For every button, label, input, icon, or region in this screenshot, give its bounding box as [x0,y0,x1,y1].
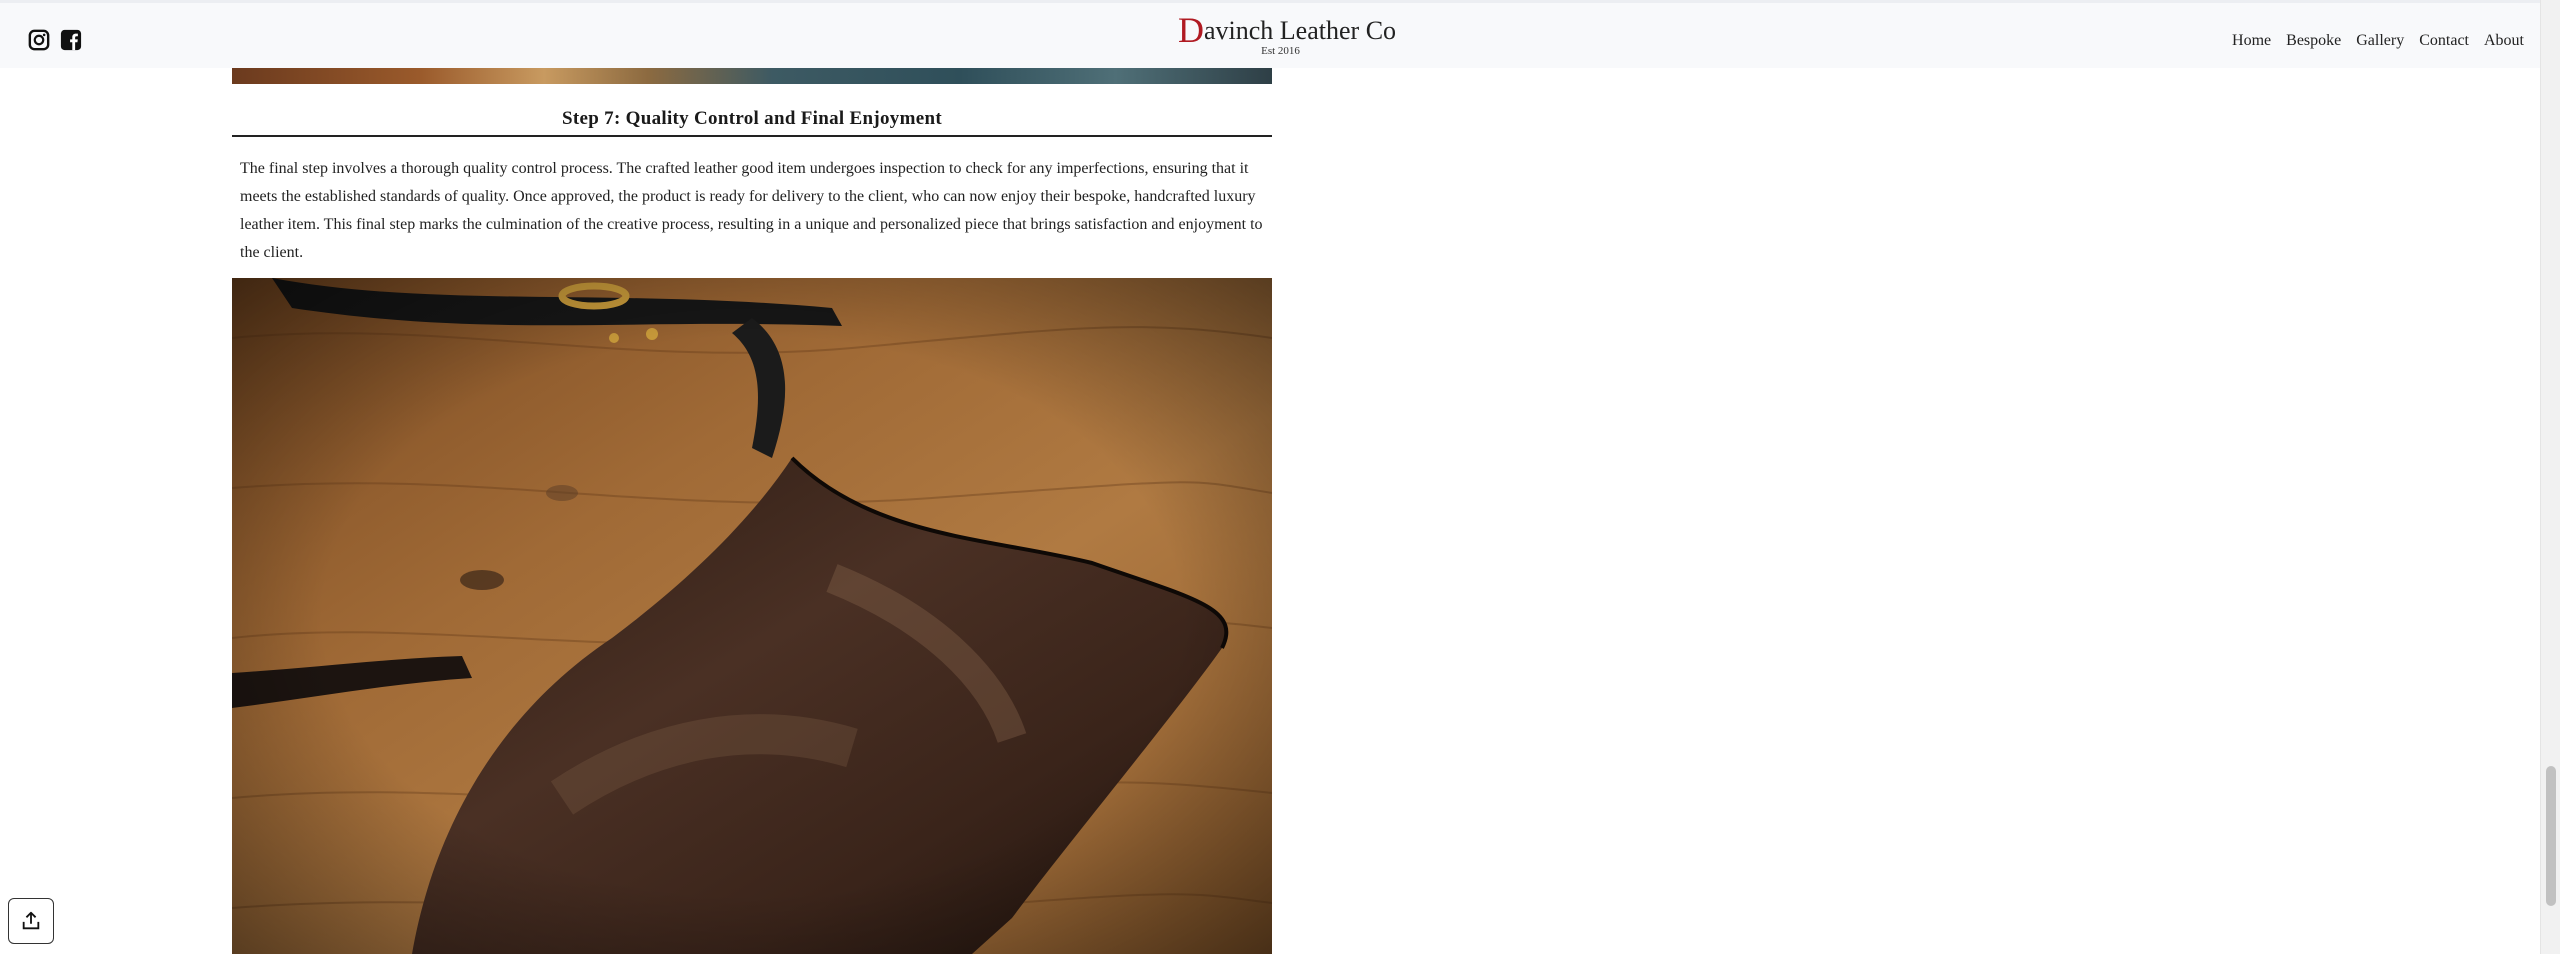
step-description: The final step involves a thorough quali… [240,160,1263,261]
nav-gallery[interactable]: Gallery [2356,32,2404,50]
brand-name-rest: avinch Leather Co [1204,16,1397,45]
facebook-icon[interactable] [60,29,82,51]
nav-bespoke[interactable]: Bespoke [2286,32,2341,50]
brand-name: Davinch Leather Co [1178,10,1396,50]
leather-bag-photo [232,278,1272,954]
step-heading: Step 7: Quality Control and Final Enjoym… [562,108,942,129]
brand-initial: D [1178,10,1204,50]
scrollbar-thumb[interactable] [2546,766,2556,906]
site-header: Davinch Leather Co Est 2016 Home Bespoke… [0,0,2540,68]
heading-divider [232,135,1272,137]
nav-contact[interactable]: Contact [2419,32,2469,50]
share-button[interactable] [8,898,54,944]
nav-home[interactable]: Home [2232,32,2271,50]
nav-about[interactable]: About [2484,32,2524,50]
share-upload-icon [22,911,40,930]
page-scrollbar[interactable] [2540,0,2560,954]
brand-logo[interactable]: Davinch Leather Co Est 2016 [1178,10,1396,57]
social-links [28,29,82,51]
instagram-icon[interactable] [28,29,50,51]
main-nav: Home Bespoke Gallery Contact About [2232,32,2524,50]
